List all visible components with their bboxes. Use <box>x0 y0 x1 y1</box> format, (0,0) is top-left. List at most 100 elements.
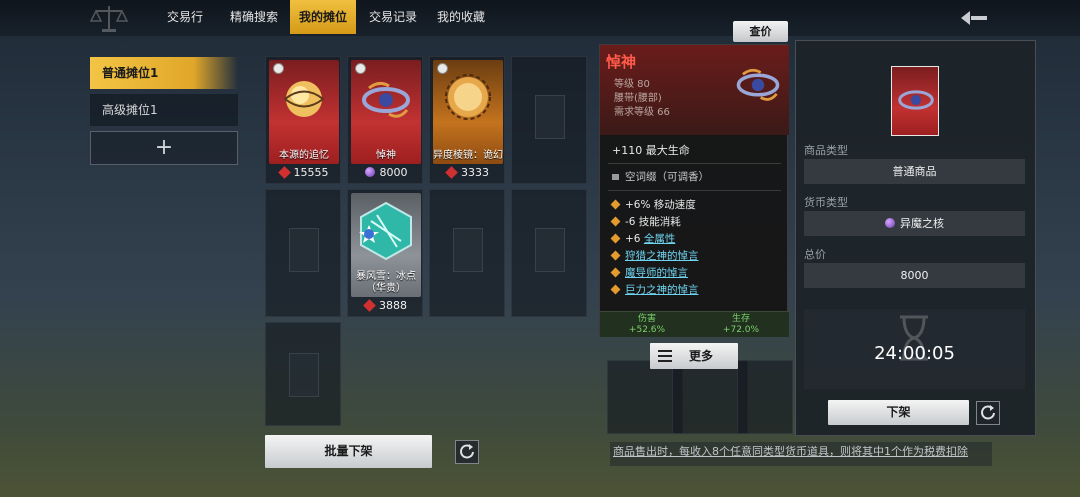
refresh-button[interactable] <box>455 440 479 464</box>
total-price-label: 总价 <box>804 248 826 261</box>
delist-button[interactable]: 下架 <box>828 400 969 425</box>
refresh-button[interactable] <box>976 401 1000 425</box>
tooltip-req-level: 需求等级 66 <box>614 107 670 118</box>
grid-cell-empty[interactable] <box>265 322 341 426</box>
tooltip-affix: -6 技能消耗 <box>610 214 681 229</box>
red-crystal-icon <box>363 299 376 312</box>
damage-stat: 伤害 +52.6% <box>628 314 666 335</box>
socket-icon <box>612 174 619 180</box>
affix-link[interactable]: 巨力之神的悼言 <box>625 284 699 296</box>
select-dot-icon <box>273 63 284 74</box>
item-price: 3333 <box>430 166 506 179</box>
empty-slot-placeholder <box>289 353 319 397</box>
belt-item-icon <box>362 81 410 118</box>
prism-item-icon <box>445 74 491 120</box>
item-price: 8000 <box>348 166 424 179</box>
scales-logo-icon <box>89 6 129 32</box>
grid-cell-empty[interactable] <box>511 189 587 317</box>
red-crystal-icon <box>277 166 291 179</box>
tooltip-affix: +6% 移动速度 <box>610 197 696 212</box>
tab-precise-search[interactable]: 精确搜索 <box>222 0 286 34</box>
item-price: 15555 <box>266 166 342 179</box>
detail-panel: 商品类型 普通商品 货币类型 异魔之核 总价 8000 24:00:05 下架 <box>795 40 1036 436</box>
grid-cell-item[interactable]: 暴风雪：冰点（华贵） 3888 <box>347 189 423 317</box>
grid-cell-empty[interactable] <box>265 189 341 317</box>
total-price-value: 8000 <box>804 263 1025 288</box>
top-nav-bar: 交易行 精确搜索 我的摊位 交易记录 我的收藏 <box>0 0 1080 36</box>
blizzard-skill-icon <box>359 201 412 261</box>
sidebar-slot-advanced-1[interactable]: 高级摊位1 <box>90 94 238 126</box>
belt-item-icon <box>736 68 780 101</box>
check-price-button[interactable]: 查价 <box>733 21 788 42</box>
product-type-label: 商品类型 <box>804 144 848 157</box>
affix-diamond-icon <box>610 284 621 295</box>
affix-diamond-icon <box>610 267 621 278</box>
affix-link[interactable]: 全属性 <box>644 233 676 245</box>
item-card[interactable]: 暴风雪：冰点（华贵） <box>351 193 421 297</box>
affix-diamond-icon <box>610 216 621 227</box>
countdown-timer: 24:00:05 <box>874 343 955 364</box>
refresh-icon <box>981 405 995 420</box>
grid-cell-empty[interactable] <box>737 360 793 434</box>
item-card[interactable]: 异度棱镜：诡幻 <box>433 60 503 164</box>
tooltip-affix: 巨力之神的悼言 <box>610 282 699 297</box>
currency-type-label: 货币类型 <box>804 196 848 209</box>
currency-type-value: 异魔之核 <box>804 211 1025 236</box>
grid-cell-item[interactable]: 悼神 8000 <box>347 56 423 184</box>
item-name: 暴风雪：冰点（华贵） <box>356 271 416 294</box>
affix-diamond-icon <box>610 250 621 261</box>
affix-link[interactable]: 魔导师的悼言 <box>625 267 688 279</box>
tooltip-header: 悼神 等级 80 腰带(腰部) 需求等级 66 <box>600 45 789 135</box>
add-slot-button[interactable]: + <box>90 131 238 165</box>
tooltip-affix: 狩猎之神的悼言 <box>610 248 699 263</box>
affix-diamond-icon <box>610 199 621 210</box>
grid-cell-empty[interactable] <box>429 189 505 317</box>
empty-slot-placeholder <box>453 228 483 272</box>
item-tooltip: 悼神 等级 80 腰带(腰部) 需求等级 66 +110 最大生命 空词缀（可调… <box>599 44 789 337</box>
more-button[interactable]: 更多 <box>650 343 738 369</box>
purple-core-icon <box>885 218 895 228</box>
tooltip-affix: 魔导师的悼言 <box>610 265 688 280</box>
divider <box>608 163 781 164</box>
empty-slot-placeholder <box>535 228 565 272</box>
item-name: 本源的追忆 <box>279 150 329 161</box>
sidebar-slot-normal-1[interactable]: 普通摊位1 <box>90 57 238 89</box>
item-name: 异度棱镜：诡幻 <box>433 150 503 161</box>
purple-core-icon <box>364 167 375 177</box>
refresh-icon <box>460 444 474 459</box>
tab-trade-records[interactable]: 交易记录 <box>362 0 424 34</box>
empty-slot-placeholder <box>535 95 565 139</box>
select-dot-icon <box>355 63 366 74</box>
tooltip-slot: 腰带(腰部) <box>614 93 662 104</box>
grid-cell-empty[interactable] <box>511 56 587 184</box>
affix-diamond-icon <box>610 233 621 244</box>
tooltip-socket: 空词缀（可调香） <box>612 169 709 184</box>
selected-item-thumbnail <box>891 66 939 136</box>
item-card[interactable]: 悼神 <box>351 60 421 164</box>
tab-trade-house[interactable]: 交易行 <box>158 0 212 34</box>
tax-notice[interactable]: 商品售出时，每收入8个任意同类型货币道具，则将其中1个作为税费扣除 <box>610 442 992 466</box>
tooltip-level: 等级 80 <box>614 79 650 90</box>
tab-my-stall[interactable]: 我的摊位 <box>290 0 356 34</box>
divider <box>608 190 781 191</box>
tooltip-stat-compare: 伤害 +52.6% 生存 +72.0% <box>600 311 789 337</box>
tooltip-title: 悼神 <box>606 53 637 71</box>
empty-slot-placeholder <box>289 228 319 272</box>
bulk-delist-button[interactable]: 批量下架 <box>265 435 432 468</box>
menu-icon <box>658 350 672 362</box>
item-card[interactable]: 本源的追忆 <box>269 60 339 164</box>
tooltip-affix: +6 全属性 <box>610 231 676 246</box>
grid-cell-item[interactable]: 异度棱镜：诡幻 3333 <box>429 56 505 184</box>
item-name: 悼神 <box>376 150 396 161</box>
orb-item-icon <box>284 81 325 117</box>
survival-stat: 生存 +72.0% <box>722 314 760 335</box>
back-arrow-icon[interactable] <box>958 8 990 28</box>
tab-favorites[interactable]: 我的收藏 <box>430 0 492 34</box>
timer-box: 24:00:05 <box>804 309 1025 389</box>
product-type-value: 普通商品 <box>804 159 1025 184</box>
item-price: 3888 <box>348 299 424 312</box>
belt-item-icon <box>898 90 934 110</box>
affix-link[interactable]: 狩猎之神的悼言 <box>625 250 699 262</box>
grid-cell-item[interactable]: 本源的追忆 15555 <box>265 56 341 184</box>
red-crystal-icon <box>445 166 458 179</box>
